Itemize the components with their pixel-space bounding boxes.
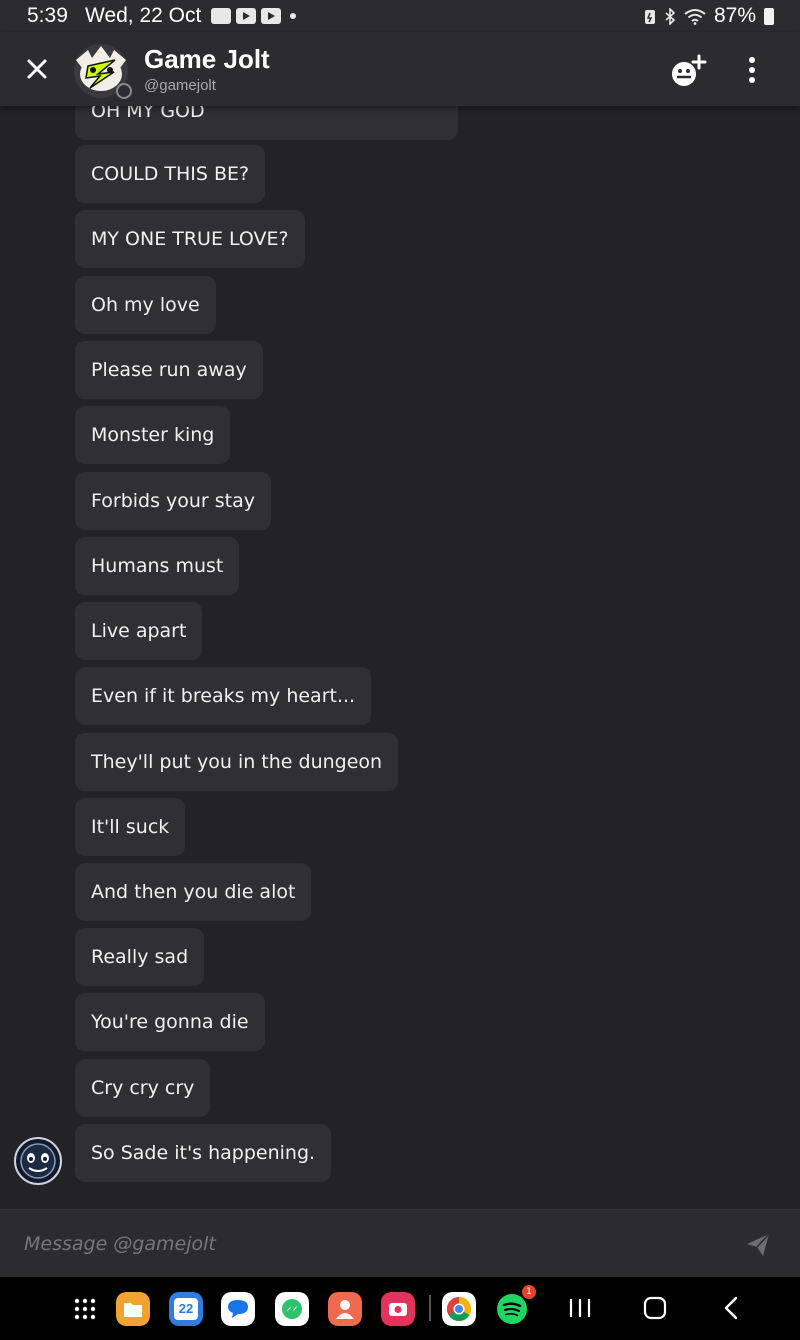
sender-avatar[interactable] (14, 1137, 62, 1185)
recent-apps-icon[interactable] (568, 1297, 592, 1319)
home-icon[interactable] (643, 1296, 667, 1320)
message-bubble: COULD THIS BE? (75, 145, 266, 203)
system-taskbar: 22 1 (0, 1277, 800, 1340)
chrome-app-icon[interactable] (442, 1292, 476, 1326)
calendar-app-icon[interactable]: 22 (169, 1292, 203, 1326)
back-icon[interactable] (721, 1296, 741, 1320)
calendar-day: 22 (174, 1298, 198, 1320)
message-bubble: So Sade it's happening. (75, 1124, 332, 1182)
screen-recorder-app-icon[interactable] (381, 1292, 415, 1326)
messages-app-icon[interactable] (221, 1292, 255, 1326)
message-input[interactable] (22, 1228, 706, 1260)
contacts-app-icon[interactable] (328, 1292, 362, 1326)
message-bubble: Cry cry cry (75, 1059, 211, 1117)
message-bubble: Live apart (75, 602, 203, 660)
message-composer (0, 1209, 800, 1278)
app-drawer-icon[interactable] (74, 1298, 96, 1320)
message-bubble: They'll put you in the dungeon (75, 733, 399, 791)
message-bubble: Even if it breaks my heart... (75, 667, 372, 725)
send-icon[interactable] (745, 1232, 771, 1258)
message-bubble: Humans must (75, 537, 240, 595)
message-list[interactable]: OH MY GOD COULD THIS BE? MY ONE TRUE LOV… (0, 0, 800, 1210)
message-bubble: Please run away (75, 341, 263, 399)
message-bubble: And then you die alot (75, 863, 312, 921)
message-bubble: It'll suck (75, 798, 186, 856)
chat-title: Game Jolt (144, 44, 270, 74)
more-options-icon[interactable] (740, 54, 764, 86)
notification-badge: 1 (522, 1285, 536, 1299)
files-app-icon[interactable] (116, 1292, 150, 1326)
message-bubble: Monster king (75, 406, 231, 464)
taskbar-divider (429, 1295, 431, 1321)
message-bubble: Oh my love (75, 276, 216, 334)
message-bubble: Forbids your stay (75, 472, 272, 530)
chat-handle: @gamejolt (144, 77, 216, 94)
status-indicator (116, 83, 132, 99)
messenger-app-icon[interactable] (275, 1292, 309, 1326)
close-icon[interactable] (22, 54, 52, 84)
message-bubble: You're gonna die (75, 993, 265, 1051)
message-bubble: MY ONE TRUE LOVE? (75, 210, 305, 268)
message-bubble: Really sad (75, 928, 205, 986)
chat-header: Game Jolt @gamejolt (0, 32, 800, 106)
add-friend-icon[interactable] (668, 54, 708, 88)
